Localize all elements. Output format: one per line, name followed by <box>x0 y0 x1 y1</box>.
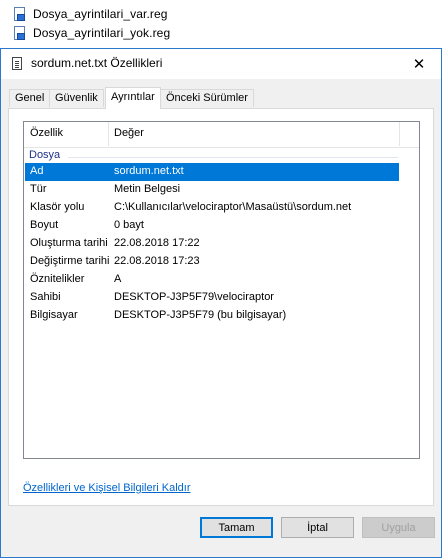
column-separator[interactable] <box>108 122 109 146</box>
details-panel: Özellik Değer Dosya Ad sordum.net.txt Tü… <box>8 108 434 506</box>
close-button[interactable]: ✕ <box>397 49 441 79</box>
property-name: Klasör yolu <box>30 201 85 213</box>
remove-properties-link[interactable]: Özellikleri ve Kişisel Bilgileri Kaldır <box>23 482 191 494</box>
tab-guvenlik[interactable]: Güvenlik <box>49 89 104 107</box>
details-listview[interactable]: Özellik Değer Dosya Ad sordum.net.txt Tü… <box>23 121 420 459</box>
reg-file-icon <box>14 25 27 41</box>
close-icon: ✕ <box>412 56 426 73</box>
detail-row-olusturma-tarihi[interactable]: Oluşturma tarihi 22.08.2018 17:22 <box>25 235 399 253</box>
property-value: DESKTOP-J3P5F79\velociraptor <box>114 291 274 303</box>
window-title: sordum.net.txt Özellikleri <box>31 56 163 70</box>
property-name: Boyut <box>30 219 59 231</box>
property-value: 22.08.2018 17:23 <box>114 255 200 267</box>
group-header-dosya: Dosya <box>29 149 61 161</box>
detail-row-klasor-yolu[interactable]: Klasör yolu C:\Kullanıcılar\velociraptor… <box>25 199 399 217</box>
group-divider <box>68 157 398 158</box>
property-value: C:\Kullanıcılar\velociraptor\Masaüstü\so… <box>114 201 352 213</box>
detail-row-sahibi[interactable]: Sahibi DESKTOP-J3P5F79\velociraptor <box>25 289 399 307</box>
cancel-button[interactable]: İptal <box>281 517 354 538</box>
tab-genel[interactable]: Genel <box>9 89 51 107</box>
reg-file-icon <box>14 6 27 22</box>
property-name: Değiştirme tarihi <box>30 255 110 267</box>
detail-row-boyut[interactable]: Boyut 0 bayt <box>25 217 399 235</box>
text-file-icon <box>12 57 22 70</box>
desktop-file-label: Dosya_ayrintilari_yok.reg <box>33 26 171 40</box>
desktop-file-yok-reg[interactable]: Dosya_ayrintilari_yok.reg <box>14 25 170 41</box>
detail-row-oznitelikler[interactable]: Öznitelikler A <box>25 271 399 289</box>
title-bar[interactable]: sordum.net.txt Özellikleri ✕ <box>1 49 441 79</box>
apply-button[interactable]: Uygula <box>362 517 435 538</box>
property-name: Tür <box>30 183 47 195</box>
tab-ayrintilar[interactable]: Ayrıntılar <box>105 87 161 109</box>
ok-button[interactable]: Tamam <box>200 517 273 538</box>
property-name: Ad <box>30 165 44 177</box>
property-name: Oluşturma tarihi <box>30 237 108 249</box>
column-header-value[interactable]: Değer <box>114 127 144 139</box>
tab-onceki-surumler[interactable]: Önceki Sürümler <box>160 89 254 107</box>
desktop-file-var-reg[interactable]: Dosya_ayrintilari_var.reg <box>14 6 168 22</box>
property-name: Öznitelikler <box>30 273 85 285</box>
property-value: 0 bayt <box>114 219 144 231</box>
desktop-file-label: Dosya_ayrintilari_var.reg <box>33 7 168 21</box>
column-separator[interactable] <box>399 122 400 146</box>
column-header-property[interactable]: Özellik <box>30 127 63 139</box>
property-value: 22.08.2018 17:22 <box>114 237 200 249</box>
property-value: DESKTOP-J3P5F79 (bu bilgisayar) <box>114 309 287 321</box>
detail-row-degistirme-tarihi[interactable]: Değiştirme tarihi 22.08.2018 17:23 <box>25 253 399 271</box>
detail-row-ad[interactable]: Ad sordum.net.txt <box>25 163 399 181</box>
detail-row-bilgisayar[interactable]: Bilgisayar DESKTOP-J3P5F79 (bu bilgisaya… <box>25 307 399 325</box>
property-value: Metin Belgesi <box>114 183 181 195</box>
detail-row-tur[interactable]: Tür Metin Belgesi <box>25 181 399 199</box>
listview-header: Özellik Değer <box>24 122 419 148</box>
property-value: A <box>114 273 122 285</box>
properties-window: sordum.net.txt Özellikleri ✕ Genel Güven… <box>0 48 442 558</box>
property-name: Sahibi <box>30 291 61 303</box>
property-value: sordum.net.txt <box>114 165 184 177</box>
property-name: Bilgisayar <box>30 309 78 321</box>
